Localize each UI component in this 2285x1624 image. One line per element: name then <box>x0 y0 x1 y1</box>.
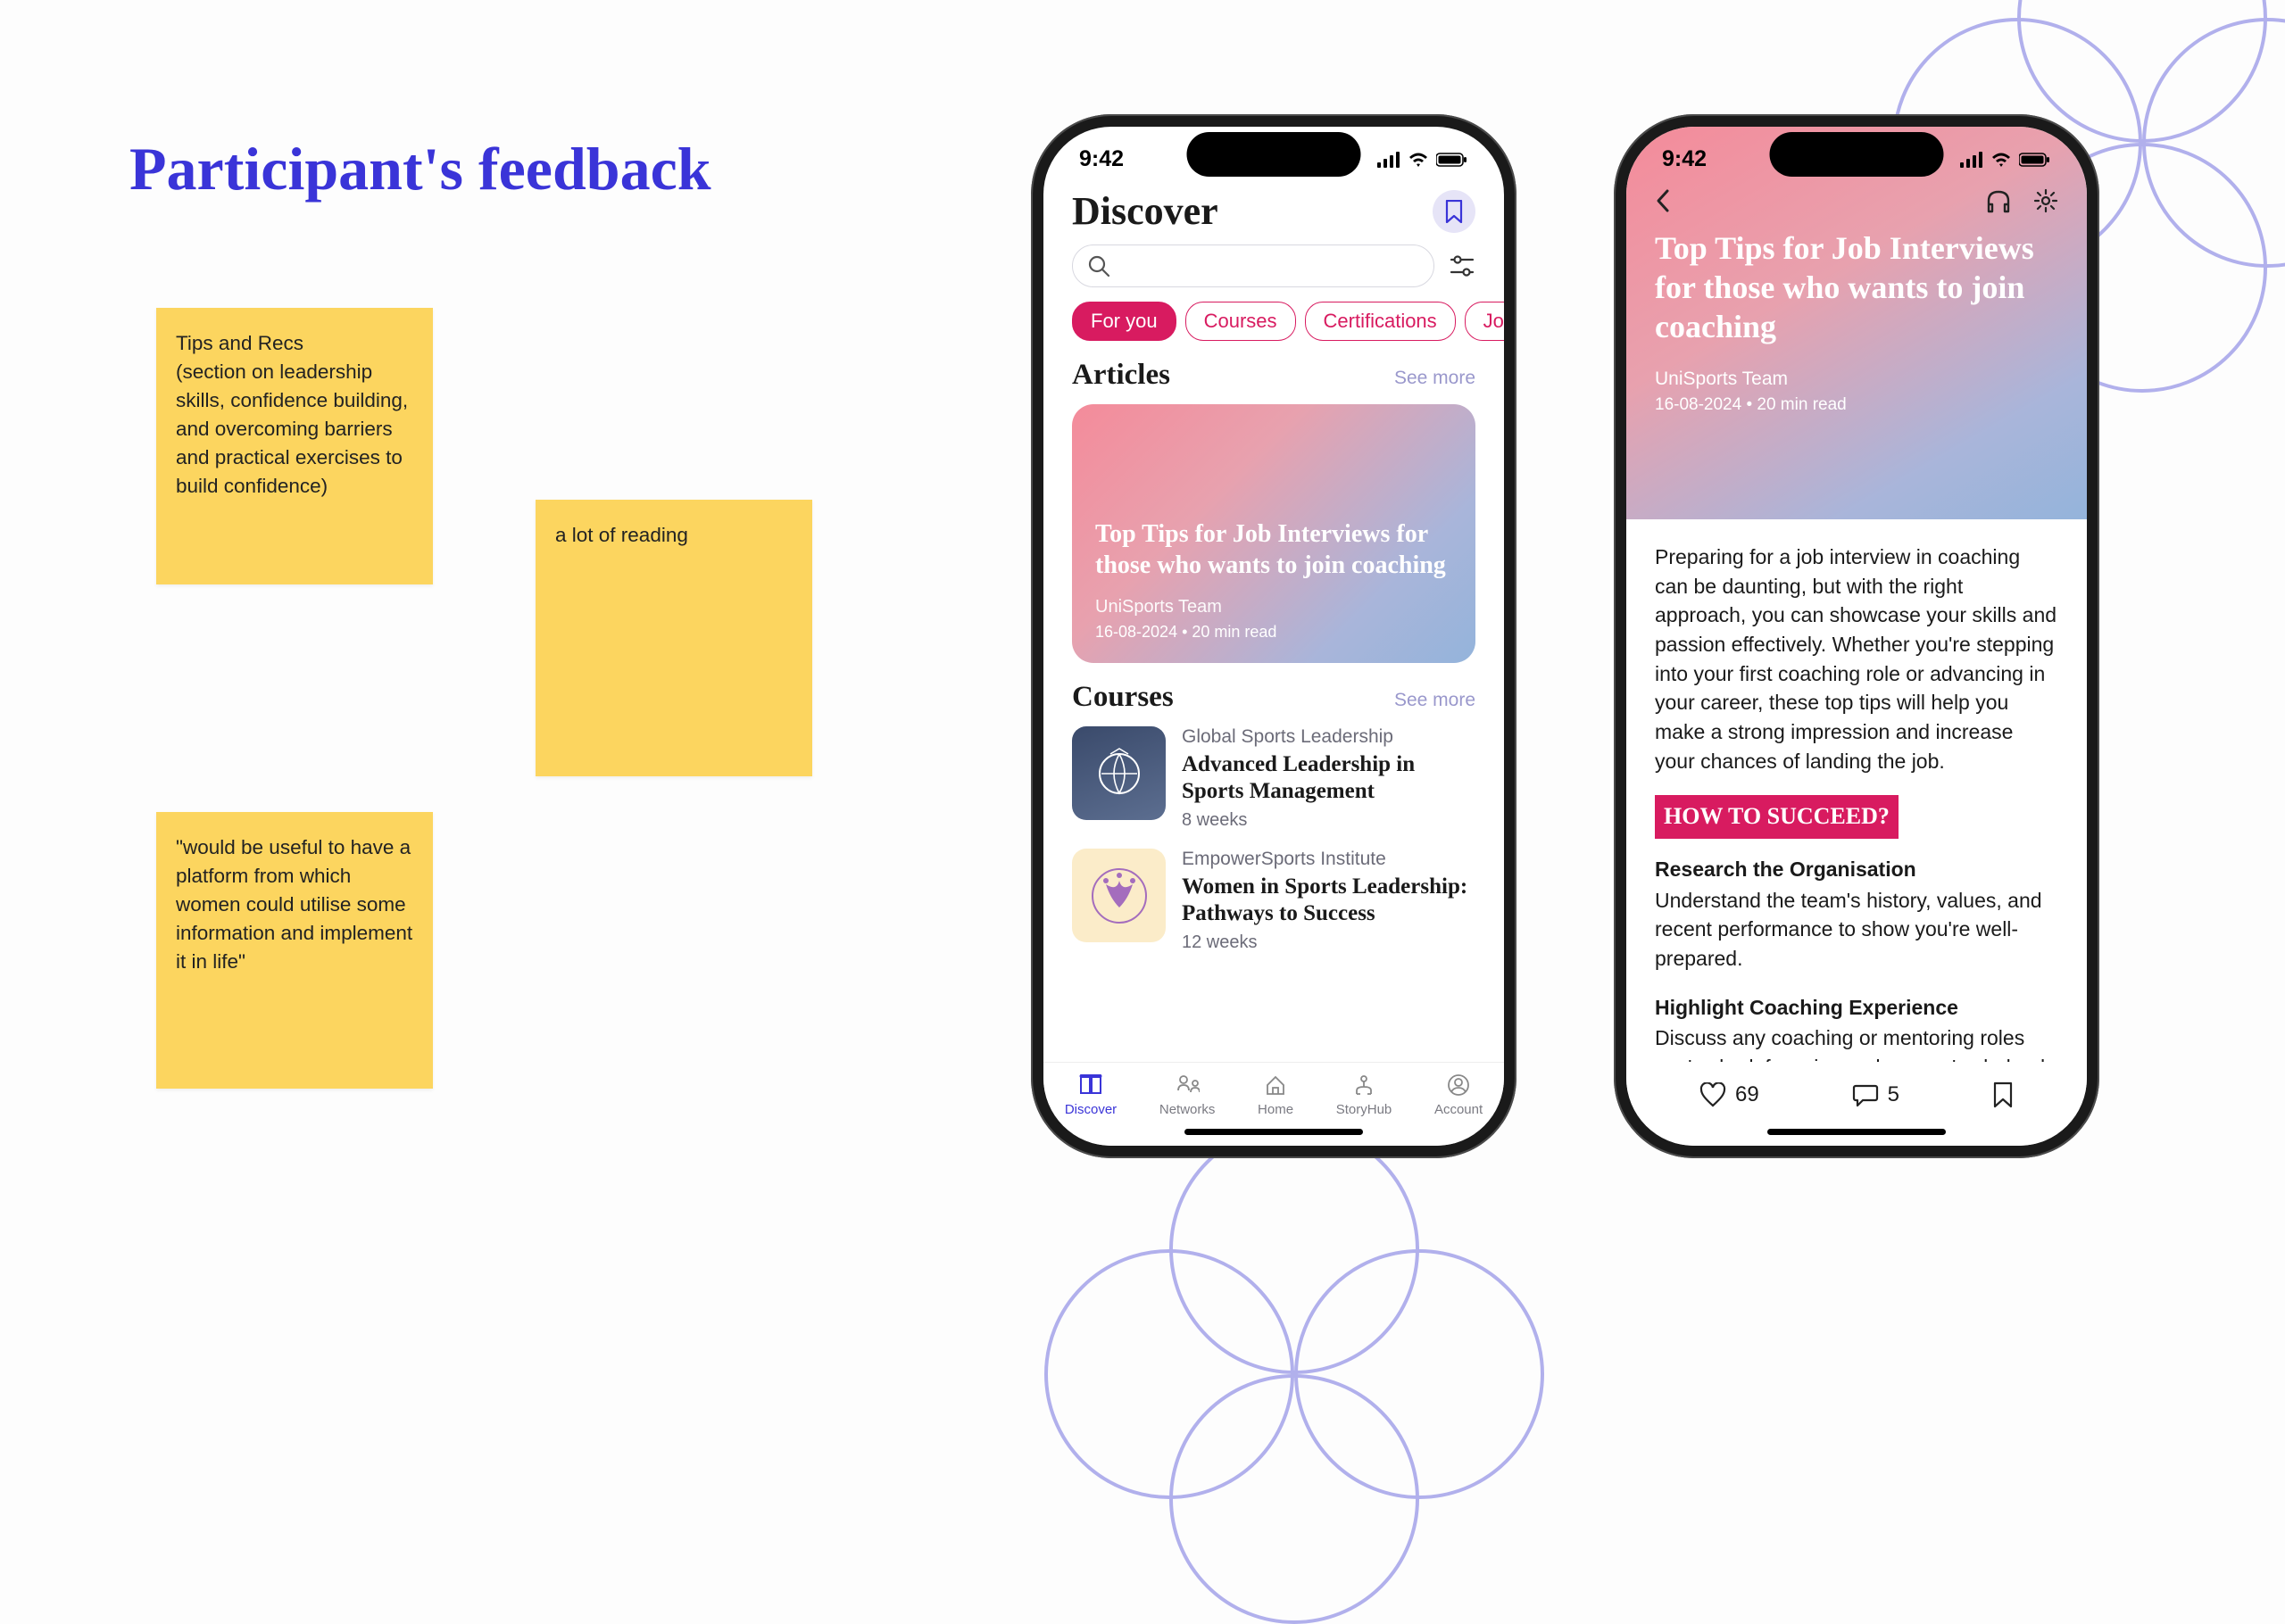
home-indicator <box>1767 1129 1946 1135</box>
course-thumb <box>1072 849 1166 942</box>
status-icons <box>1377 152 1468 168</box>
article-card[interactable]: Top Tips for Job Interviews for those wh… <box>1072 404 1475 663</box>
bookmark-icon <box>1992 1081 2014 1108</box>
search-input[interactable] <box>1072 244 1434 287</box>
course-thumb <box>1072 726 1166 820</box>
filter-icon[interactable] <box>1449 253 1475 279</box>
course-item-2[interactable]: EmpowerSports Institute Women in Sports … <box>1043 849 1504 971</box>
account-icon <box>1447 1073 1470 1097</box>
tab-account[interactable]: Account <box>1434 1072 1483 1117</box>
bookmarks-button[interactable] <box>1433 190 1475 233</box>
signal-icon <box>1960 152 1983 168</box>
status-icons <box>1960 152 2051 168</box>
like-button[interactable]: 69 <box>1699 1082 1759 1107</box>
article-body: Preparing for a job interview in coachin… <box>1626 519 2087 1146</box>
course-provider: EmpowerSports Institute <box>1182 849 1475 870</box>
phone-mockup-article: 9:42 Top Tips for Job Interviews for tho… <box>1614 114 2099 1158</box>
tab-networks[interactable]: Networks <box>1159 1072 1216 1117</box>
tip-2-heading: Highlight Coaching Experience <box>1655 993 2058 1023</box>
filter-chips: For you Courses Certifications Job Oppor <box>1043 302 1504 359</box>
article-title: Top Tips for Job Interviews for those wh… <box>1655 229 2058 347</box>
phone-notch <box>1770 132 1944 177</box>
chip-jobs[interactable]: Job Oppor <box>1465 302 1504 341</box>
tab-discover[interactable]: Discover <box>1065 1072 1117 1117</box>
bookmark-icon <box>1444 200 1464 223</box>
tip-1-text: Understand the team's history, values, a… <box>1655 886 2058 974</box>
comment-icon <box>1852 1082 1879 1107</box>
article-intro: Preparing for a job interview in coachin… <box>1655 543 2058 775</box>
chip-for-you[interactable]: For you <box>1072 302 1176 341</box>
tip-1-heading: Research the Organisation <box>1655 855 2058 884</box>
articles-header: Articles <box>1072 359 1170 392</box>
status-time: 9:42 <box>1662 146 1707 172</box>
slide-title: Participant's feedback <box>129 134 711 204</box>
tab-storyhub[interactable]: StoryHub <box>1336 1072 1392 1117</box>
course-item-1[interactable]: Global Sports Leadership Advanced Leader… <box>1043 726 1504 849</box>
settings-icon[interactable] <box>2033 188 2058 213</box>
heart-icon <box>1699 1082 1726 1107</box>
chip-courses[interactable]: Courses <box>1185 302 1296 341</box>
course-title: Advanced Leadership in Sports Management <box>1182 751 1475 805</box>
sticky-note-1: Tips and Recs (section on leadership ski… <box>156 308 433 584</box>
course-duration: 12 weeks <box>1182 932 1475 953</box>
chip-certifications[interactable]: Certifications <box>1305 302 1456 341</box>
headphones-icon[interactable] <box>1985 188 2012 213</box>
sticky-note-2: a lot of reading <box>536 500 812 776</box>
article-card-title: Top Tips for Job Interviews for those wh… <box>1095 518 1452 581</box>
wifi-icon <box>1990 152 2012 168</box>
articles-see-more[interactable]: See more <box>1394 368 1475 389</box>
save-button[interactable] <box>1992 1081 2014 1108</box>
search-icon <box>1087 254 1110 278</box>
signal-icon <box>1377 152 1400 168</box>
course-provider: Global Sports Leadership <box>1182 726 1475 748</box>
tab-home[interactable]: Home <box>1258 1072 1293 1117</box>
networks-icon <box>1175 1074 1200 1096</box>
article-author: UniSports Team <box>1655 369 2058 390</box>
home-indicator <box>1184 1129 1363 1135</box>
back-icon[interactable] <box>1655 188 1671 213</box>
article-meta: 16-08-2024 • 20 min read <box>1655 395 2058 415</box>
battery-icon <box>2019 152 2051 168</box>
course-title: Women in Sports Leadership: Pathways to … <box>1182 874 1475 927</box>
article-card-author: UniSports Team <box>1095 597 1452 617</box>
courses-see-more[interactable]: See more <box>1394 690 1475 711</box>
succeed-heading: HOW TO SUCCEED? <box>1655 795 1899 839</box>
phone-notch <box>1187 132 1361 177</box>
battery-icon <box>1436 152 1468 168</box>
course-duration: 8 weeks <box>1182 810 1475 831</box>
storyhub-icon <box>1352 1074 1375 1096</box>
sticky-note-3: "would be useful to have a platform from… <box>156 812 433 1089</box>
article-card-meta: 16-08-2024 • 20 min read <box>1095 623 1452 642</box>
courses-header: Courses <box>1072 681 1174 714</box>
status-time: 9:42 <box>1079 146 1124 172</box>
page-title: Discover <box>1072 188 1218 234</box>
phone-mockup-discover: 9:42 Discover For you Courses Certificat… <box>1031 114 1516 1158</box>
comment-button[interactable]: 5 <box>1852 1082 1899 1107</box>
discover-icon <box>1078 1074 1103 1096</box>
home-icon <box>1264 1074 1287 1096</box>
decoration-bottom <box>1044 1124 1544 1624</box>
wifi-icon <box>1408 152 1429 168</box>
